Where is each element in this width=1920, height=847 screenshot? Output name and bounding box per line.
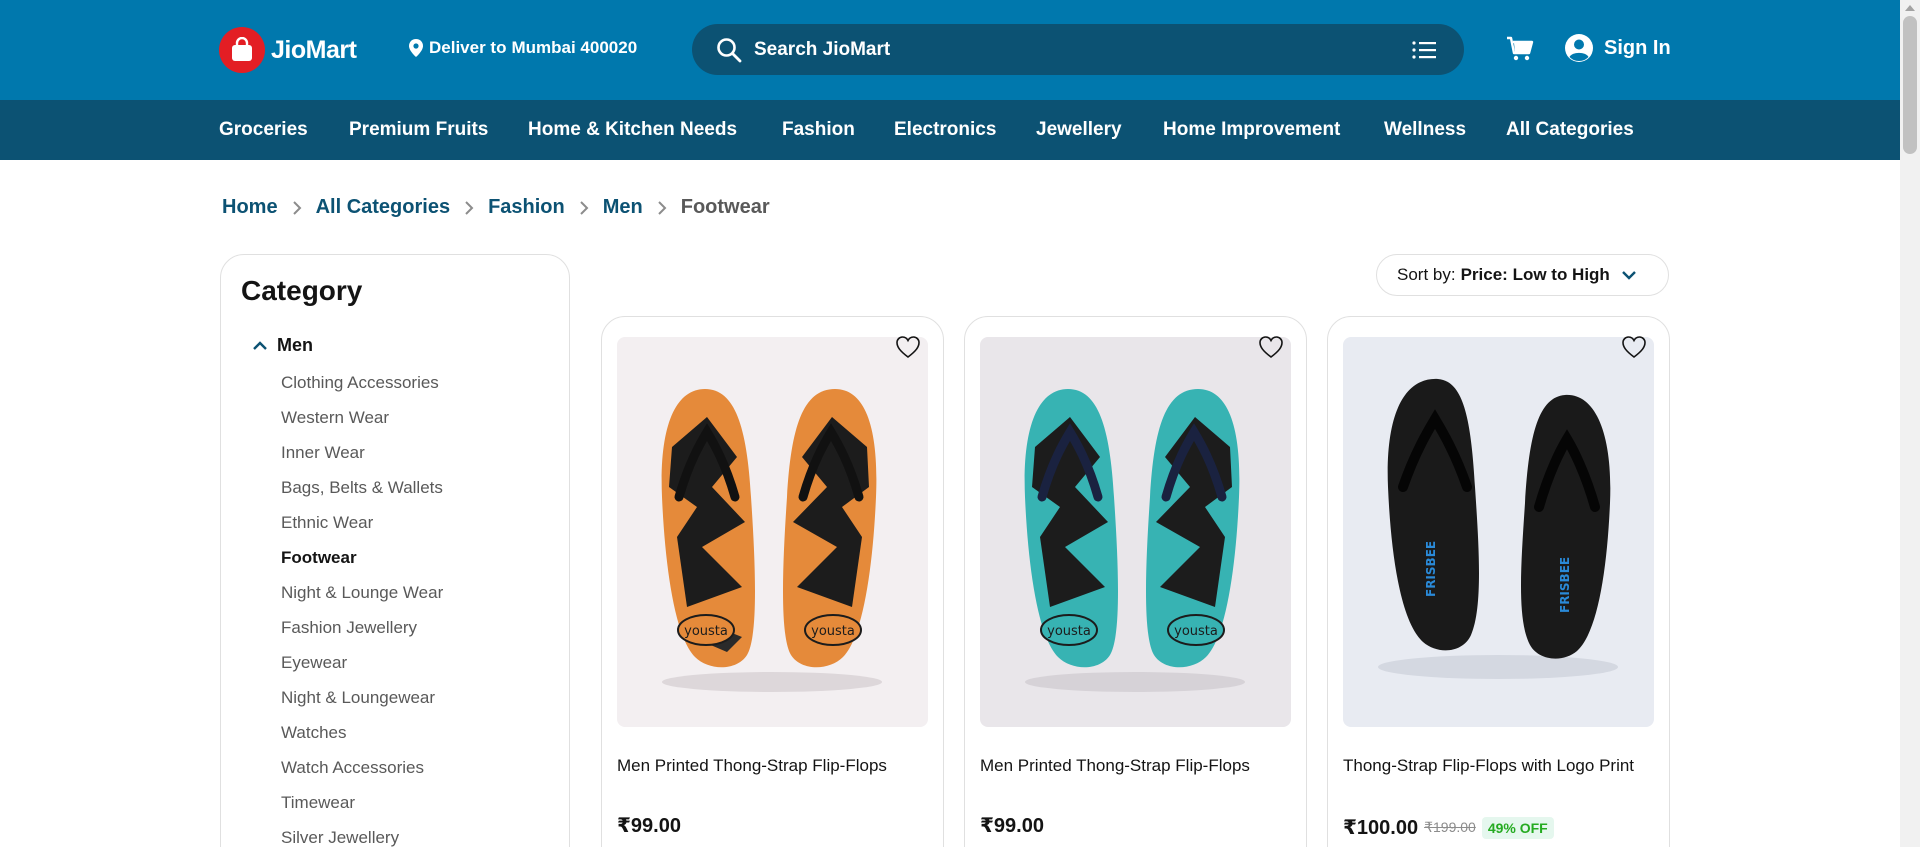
product-price: ₹100.00 (1343, 817, 1419, 839)
flip-flop-left: FRISBEE (1387, 378, 1479, 651)
product-card[interactable]: yousta yousta Men Printed Thong-Strap Fl… (964, 316, 1307, 847)
sidebar-title: Category (241, 275, 363, 306)
sort-dropdown[interactable]: Sort by: Price: Low to High (1376, 254, 1669, 296)
sidebar-item-clothing-accessories[interactable]: Clothing Accessories (281, 373, 439, 393)
brand-logo: yousta (1047, 624, 1091, 639)
flip-flop-left: yousta (1024, 389, 1118, 668)
nav-item-home-kitchen[interactable]: Home & Kitchen Needs (528, 119, 737, 141)
user-icon (1565, 34, 1593, 62)
sidebar-item-watch-accessories[interactable]: Watch Accessories (281, 758, 424, 778)
product-image[interactable]: FRISBEE FRISBEE (1343, 337, 1654, 727)
sign-in-label: Sign In (1604, 36, 1671, 59)
sidebar-item-inner-wear[interactable]: Inner Wear (281, 443, 365, 463)
product-name[interactable]: Men Printed Thong-Strap Flip-Flops (617, 753, 927, 778)
logo-text: JioMart (271, 35, 357, 64)
product-image[interactable]: yousta yousta (617, 337, 928, 727)
sort-value: Price: Low to High (1460, 265, 1610, 284)
breadcrumb-home[interactable]: Home (222, 196, 278, 219)
price-row: ₹99.00 (617, 813, 681, 838)
nav-item-wellness[interactable]: Wellness (1384, 119, 1466, 141)
chevron-right-icon (657, 200, 667, 215)
chevron-down-icon (1621, 270, 1636, 280)
nav-item-all-categories[interactable]: All Categories (1506, 119, 1634, 141)
sidebar-item-footwear[interactable]: Footwear (281, 548, 357, 568)
brand-logo: FRISBEE (1558, 557, 1572, 613)
flip-flop-right: FRISBEE (1521, 394, 1611, 659)
brand-logo: yousta (811, 624, 855, 639)
product-mrp: ₹199.00 (1424, 819, 1476, 835)
cart-icon[interactable] (1506, 36, 1534, 62)
breadcrumb-fashion[interactable]: Fashion (488, 196, 565, 219)
deliver-label: Deliver to (429, 38, 507, 57)
brand-logo: yousta (684, 624, 728, 639)
product-price: ₹99.00 (980, 815, 1044, 837)
location-pin-icon (409, 39, 423, 57)
chevron-right-icon (292, 200, 302, 215)
sidebar-item-fashion-jewellery[interactable]: Fashion Jewellery (281, 618, 417, 638)
sidebar-item-eyewear[interactable]: Eyewear (281, 653, 347, 673)
jiomart-logo[interactable]: JioMart (219, 27, 357, 73)
sidebar-item-silver-jewellery[interactable]: Silver Jewellery (281, 828, 399, 847)
product-card[interactable]: yousta yousta Men Printed Thong-Strap Fl… (601, 316, 944, 847)
price-row: ₹100.00 ₹199.00 49% OFF (1343, 815, 1554, 840)
breadcrumb-all-categories[interactable]: All Categories (316, 196, 450, 219)
category-sidebar: Category Men Clothing Accessories Wester… (220, 254, 570, 847)
search-input[interactable]: Search JioMart (754, 39, 1412, 61)
chevron-right-icon (579, 200, 589, 215)
chevron-right-icon (464, 200, 474, 215)
product-image[interactable]: yousta yousta (980, 337, 1291, 727)
sidebar-item-bags-belts-wallets[interactable]: Bags, Belts & Wallets (281, 478, 443, 498)
category-nav: Groceries Premium Fruits Home & Kitchen … (0, 100, 1900, 160)
nav-item-home-improvement[interactable]: Home Improvement (1163, 119, 1340, 141)
product-name[interactable]: Men Printed Thong-Strap Flip-Flops (980, 753, 1290, 778)
breadcrumb: Home All Categories Fashion Men Footwear (222, 196, 770, 219)
sidebar-item-western-wear[interactable]: Western Wear (281, 408, 389, 428)
shopping-bag-icon (219, 27, 265, 73)
flip-flop-right: yousta (1146, 389, 1240, 668)
chevron-up-icon (253, 340, 267, 351)
breadcrumb-men[interactable]: Men (603, 196, 643, 219)
wishlist-heart-icon[interactable] (895, 335, 921, 359)
deliver-location-value: Mumbai 400020 (511, 38, 638, 57)
price-row: ₹99.00 (980, 813, 1044, 838)
sidebar-parent-label: Men (277, 335, 313, 355)
sidebar-item-night-lounge-wear[interactable]: Night & Lounge Wear (281, 583, 443, 603)
sign-in-button[interactable]: Sign In (1564, 33, 1671, 63)
product-card[interactable]: FRISBEE FRISBEE Thong-Strap Flip-Flops w… (1327, 316, 1670, 847)
flip-flop-left: yousta (661, 389, 755, 668)
sidebar-item-timewear[interactable]: Timewear (281, 793, 355, 813)
nav-item-groceries[interactable]: Groceries (219, 119, 308, 141)
sidebar-item-night-loungewear[interactable]: Night & Loungewear (281, 688, 435, 708)
product-price: ₹99.00 (617, 815, 681, 837)
brand-logo: FRISBEE (1424, 541, 1438, 597)
breadcrumb-footwear: Footwear (680, 196, 770, 218)
nav-item-fashion[interactable]: Fashion (782, 119, 855, 141)
list-icon[interactable] (1412, 40, 1436, 60)
header-bar: JioMart Deliver to Mumbai 400020 Search … (0, 0, 1900, 100)
sort-label: Sort by: (1397, 265, 1456, 284)
deliver-location[interactable]: Deliver to Mumbai 400020 (409, 38, 637, 58)
discount-badge: 49% OFF (1481, 816, 1554, 839)
wishlist-heart-icon[interactable] (1621, 335, 1647, 359)
scroll-up-arrow-icon[interactable] (1905, 4, 1915, 11)
product-name[interactable]: Thong-Strap Flip-Flops with Logo Print (1343, 753, 1653, 778)
search-icon[interactable] (716, 37, 742, 63)
scrollbar-thumb[interactable] (1903, 16, 1917, 154)
sidebar-item-ethnic-wear[interactable]: Ethnic Wear (281, 513, 373, 533)
nav-item-premium-fruits[interactable]: Premium Fruits (349, 119, 488, 141)
nav-item-jewellery[interactable]: Jewellery (1036, 119, 1122, 141)
nav-item-electronics[interactable]: Electronics (894, 119, 996, 141)
sidebar-parent-men[interactable]: Men (253, 335, 313, 356)
wishlist-heart-icon[interactable] (1258, 335, 1284, 359)
sidebar-item-watches[interactable]: Watches (281, 723, 347, 743)
brand-logo: yousta (1174, 624, 1218, 639)
search-bar[interactable]: Search JioMart (692, 24, 1464, 75)
flip-flop-right: yousta (783, 389, 877, 668)
